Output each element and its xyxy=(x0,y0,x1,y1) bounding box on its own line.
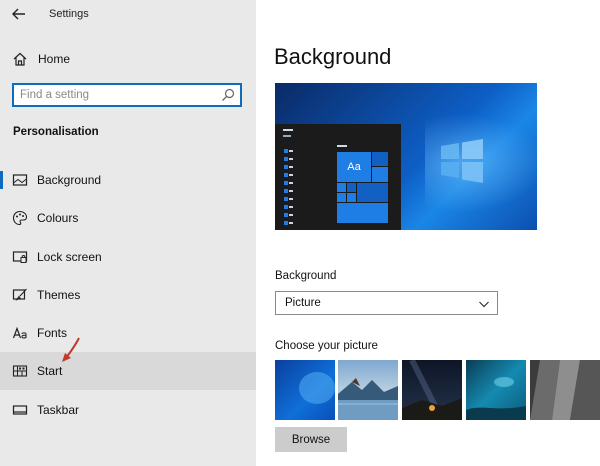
home-icon xyxy=(13,52,27,66)
lock-screen-icon xyxy=(12,251,28,263)
sidebar-item-label: Taskbar xyxy=(37,403,80,417)
sidebar-item-taskbar[interactable]: Taskbar xyxy=(0,391,256,429)
search-input[interactable] xyxy=(20,87,220,103)
back-button[interactable] xyxy=(8,4,30,24)
search-icon[interactable] xyxy=(221,88,235,102)
page-title: Background xyxy=(274,44,392,69)
sidebar-item-lock-screen[interactable]: Lock screen xyxy=(0,238,256,276)
preview-app-list xyxy=(284,149,293,225)
picture-thumbnail-2[interactable] xyxy=(338,360,398,420)
search-box[interactable] xyxy=(12,83,242,107)
start-grid-icon xyxy=(12,365,28,377)
sidebar-item-label: Start xyxy=(37,364,63,378)
sidebar-item-label: Colours xyxy=(37,211,79,225)
sidebar-item-themes[interactable]: Themes xyxy=(0,276,256,314)
themes-brush-icon xyxy=(12,288,27,301)
picture-thumbnail-5[interactable] xyxy=(530,360,600,420)
thumbnail-image xyxy=(402,360,462,420)
fonts-icon xyxy=(12,326,27,339)
sidebar-item-label: Themes xyxy=(37,288,81,302)
picture-thumbnail-1[interactable] xyxy=(275,360,335,420)
sidebar: Settings Home Personalisation Background xyxy=(0,0,256,466)
picture-icon xyxy=(12,174,28,186)
picture-thumbnail-4[interactable] xyxy=(466,360,526,420)
chevron-down-icon xyxy=(479,301,489,308)
desktop-preview: Aa xyxy=(275,83,537,230)
selected-indicator xyxy=(0,171,3,189)
sidebar-item-start[interactable]: Start xyxy=(0,352,256,390)
title-bar: Settings xyxy=(0,0,256,28)
back-arrow-icon xyxy=(12,8,25,20)
section-title: Personalisation xyxy=(13,126,99,138)
thumbnail-image xyxy=(338,360,398,420)
sidebar-item-background[interactable]: Background xyxy=(0,161,256,199)
home-label: Home xyxy=(38,52,71,66)
picture-thumbnail-3[interactable] xyxy=(402,360,462,420)
thumbnail-image xyxy=(530,360,600,420)
sidebar-item-label: Lock screen xyxy=(37,250,102,264)
sidebar-item-label: Background xyxy=(37,173,102,187)
preview-start-menu: Aa xyxy=(275,124,401,230)
annotation-arrow-icon xyxy=(62,337,80,362)
sidebar-item-colours[interactable]: Colours xyxy=(0,199,256,237)
dropdown-selected-value: Picture xyxy=(285,297,321,309)
palette-icon xyxy=(12,210,28,226)
background-type-dropdown[interactable]: Picture xyxy=(275,291,498,315)
windows-logo-icon xyxy=(441,139,483,183)
thumbnail-image xyxy=(275,360,335,420)
background-field-label: Background xyxy=(275,270,337,282)
browse-button[interactable]: Browse xyxy=(275,427,347,452)
app-title: Settings xyxy=(49,8,89,20)
preview-tile-large: Aa xyxy=(337,152,371,182)
taskbar-icon xyxy=(12,405,28,415)
preview-tile-text: Aa xyxy=(347,161,361,173)
choose-picture-label: Choose your picture xyxy=(275,340,378,352)
thumbnail-image xyxy=(466,360,526,420)
home-nav-item[interactable]: Home xyxy=(0,46,256,72)
sidebar-item-fonts[interactable]: Fonts xyxy=(0,314,256,352)
